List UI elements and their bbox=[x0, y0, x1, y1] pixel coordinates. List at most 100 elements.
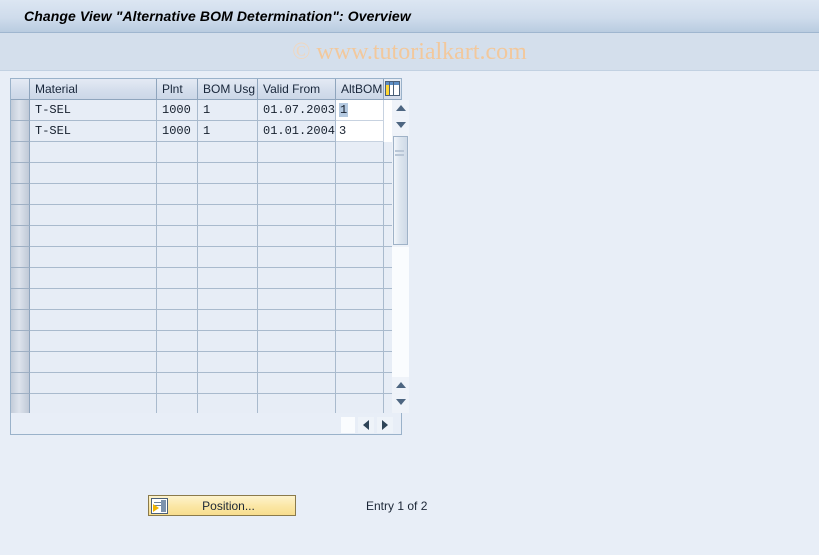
cell-altbom-input[interactable]: 3 bbox=[336, 121, 384, 142]
table-row-empty[interactable] bbox=[11, 184, 401, 205]
cell-plnt[interactable] bbox=[157, 331, 198, 352]
table-row-empty[interactable] bbox=[11, 163, 401, 184]
scroll-right-button[interactable] bbox=[377, 417, 393, 433]
cell-valid-from[interactable] bbox=[258, 394, 336, 413]
cell-bom-usg[interactable] bbox=[198, 268, 258, 289]
cell-plnt[interactable] bbox=[157, 352, 198, 373]
cell-altbom-input[interactable] bbox=[336, 142, 384, 163]
cell-valid-from[interactable] bbox=[258, 142, 336, 163]
vertical-scrollbar[interactable] bbox=[392, 100, 409, 413]
table-row-empty[interactable] bbox=[11, 394, 401, 413]
cell-plnt[interactable] bbox=[157, 373, 198, 394]
cell-material[interactable] bbox=[30, 373, 157, 394]
cell-valid-from[interactable] bbox=[258, 205, 336, 226]
row-select-cell[interactable] bbox=[11, 394, 30, 413]
cell-material[interactable] bbox=[30, 331, 157, 352]
cell-bom-usg[interactable] bbox=[198, 247, 258, 268]
row-select-cell[interactable] bbox=[11, 373, 30, 394]
table-row[interactable]: T-SEL 1000 1 01.01.2004 3 bbox=[11, 121, 401, 142]
cell-plnt[interactable] bbox=[157, 247, 198, 268]
cell-bom-usg[interactable] bbox=[198, 373, 258, 394]
column-header-bom-usg[interactable]: BOM Usg bbox=[198, 79, 258, 100]
table-row[interactable]: T-SEL 1000 1 01.07.2003 1 bbox=[11, 100, 401, 121]
cell-bom-usg[interactable] bbox=[198, 163, 258, 184]
cell-plnt[interactable] bbox=[157, 226, 198, 247]
cell-altbom-input[interactable] bbox=[336, 268, 384, 289]
cell-plnt[interactable] bbox=[157, 289, 198, 310]
table-row-empty[interactable] bbox=[11, 352, 401, 373]
cell-material[interactable] bbox=[30, 310, 157, 331]
cell-material[interactable] bbox=[30, 226, 157, 247]
cell-material[interactable]: T-SEL bbox=[30, 100, 157, 121]
page-up-button[interactable] bbox=[392, 377, 409, 393]
cell-altbom-input[interactable] bbox=[336, 310, 384, 331]
cell-material[interactable] bbox=[30, 184, 157, 205]
cell-valid-from[interactable] bbox=[258, 184, 336, 205]
select-all-header-cell[interactable] bbox=[11, 79, 30, 100]
cell-altbom-input[interactable]: 1 bbox=[336, 100, 384, 121]
cell-altbom-input[interactable] bbox=[336, 289, 384, 310]
cell-material[interactable] bbox=[30, 394, 157, 413]
table-row-empty[interactable] bbox=[11, 289, 401, 310]
cell-bom-usg[interactable] bbox=[198, 205, 258, 226]
cell-altbom-input[interactable] bbox=[336, 205, 384, 226]
column-header-material[interactable]: Material bbox=[30, 79, 157, 100]
row-select-cell[interactable] bbox=[11, 310, 30, 331]
cell-valid-from[interactable] bbox=[258, 310, 336, 331]
cell-altbom-input[interactable] bbox=[336, 352, 384, 373]
cell-altbom-input[interactable] bbox=[336, 373, 384, 394]
row-select-cell[interactable] bbox=[11, 226, 30, 247]
cell-bom-usg[interactable] bbox=[198, 226, 258, 247]
cell-plnt[interactable] bbox=[157, 268, 198, 289]
row-select-cell[interactable] bbox=[11, 184, 30, 205]
cell-bom-usg[interactable] bbox=[198, 310, 258, 331]
row-select-cell[interactable] bbox=[11, 100, 30, 121]
cell-altbom-input[interactable] bbox=[336, 184, 384, 205]
cell-valid-from[interactable] bbox=[258, 268, 336, 289]
row-select-cell[interactable] bbox=[11, 268, 30, 289]
cell-bom-usg[interactable] bbox=[198, 142, 258, 163]
cell-material[interactable] bbox=[30, 247, 157, 268]
cell-plnt[interactable] bbox=[157, 205, 198, 226]
cell-plnt[interactable]: 1000 bbox=[157, 100, 198, 121]
cell-altbom-input[interactable] bbox=[336, 163, 384, 184]
column-header-plnt[interactable]: Plnt bbox=[157, 79, 198, 100]
row-select-cell[interactable] bbox=[11, 247, 30, 268]
scroll-down-button[interactable] bbox=[392, 117, 409, 133]
cell-bom-usg[interactable] bbox=[198, 394, 258, 413]
cell-altbom-input[interactable] bbox=[336, 331, 384, 352]
cell-material[interactable] bbox=[30, 163, 157, 184]
cell-plnt[interactable]: 1000 bbox=[157, 121, 198, 142]
cell-material[interactable]: T-SEL bbox=[30, 121, 157, 142]
cell-valid-from[interactable] bbox=[258, 247, 336, 268]
cell-material[interactable] bbox=[30, 205, 157, 226]
page-down-button[interactable] bbox=[392, 394, 409, 410]
row-select-cell[interactable] bbox=[11, 163, 30, 184]
cell-bom-usg[interactable] bbox=[198, 352, 258, 373]
cell-valid-from[interactable] bbox=[258, 289, 336, 310]
table-settings-button[interactable] bbox=[384, 79, 401, 100]
table-row-empty[interactable] bbox=[11, 205, 401, 226]
cell-material[interactable] bbox=[30, 142, 157, 163]
table-row-empty[interactable] bbox=[11, 268, 401, 289]
cell-altbom-input[interactable] bbox=[336, 247, 384, 268]
row-select-cell[interactable] bbox=[11, 121, 30, 142]
cell-valid-from[interactable] bbox=[258, 226, 336, 247]
row-select-cell[interactable] bbox=[11, 142, 30, 163]
cell-material[interactable] bbox=[30, 289, 157, 310]
cell-valid-from[interactable]: 01.01.2004 bbox=[258, 121, 336, 142]
cell-bom-usg[interactable]: 1 bbox=[198, 100, 258, 121]
cell-altbom-input[interactable] bbox=[336, 226, 384, 247]
cell-valid-from[interactable]: 01.07.2003 bbox=[258, 100, 336, 121]
vertical-scrollbar-track[interactable] bbox=[392, 247, 409, 377]
row-select-cell[interactable] bbox=[11, 289, 30, 310]
cell-valid-from[interactable] bbox=[258, 373, 336, 394]
cell-bom-usg[interactable]: 1 bbox=[198, 121, 258, 142]
horizontal-scroll-controls[interactable] bbox=[341, 417, 397, 434]
cell-plnt[interactable] bbox=[157, 163, 198, 184]
cell-plnt[interactable] bbox=[157, 142, 198, 163]
table-row-empty[interactable] bbox=[11, 310, 401, 331]
cell-valid-from[interactable] bbox=[258, 163, 336, 184]
cell-bom-usg[interactable] bbox=[198, 289, 258, 310]
cell-plnt[interactable] bbox=[157, 184, 198, 205]
